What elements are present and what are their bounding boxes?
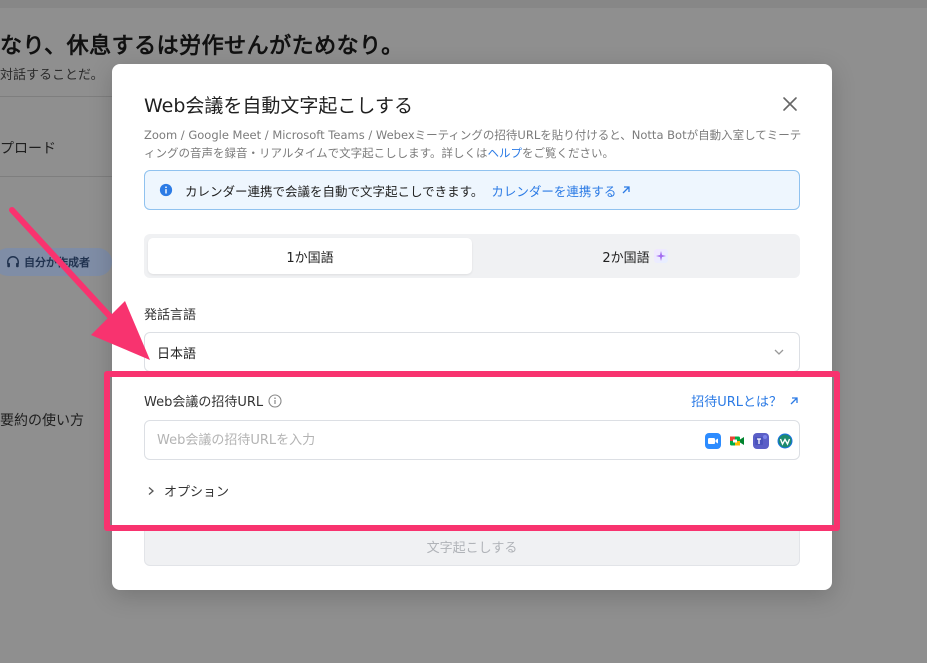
background-subtext: 対話することだ。 xyxy=(0,68,104,83)
background-summary-item: 要約の使い方 xyxy=(0,413,84,429)
start-transcription-button[interactable]: 文字起こしする xyxy=(144,526,800,566)
background-chip-label: 自分が作成者 xyxy=(24,256,90,269)
spoken-language-value: 日本語 xyxy=(157,346,197,362)
dialog-description: Zoom / Google Meet / Microsoft Teams / W… xyxy=(144,126,802,162)
dialog-title: Web会議を自動文字起こしする xyxy=(144,95,414,117)
background-divider xyxy=(0,96,112,97)
info-icon xyxy=(159,183,173,197)
sparkle-icon xyxy=(653,249,668,263)
spoken-language-select[interactable]: 日本語 xyxy=(144,332,800,372)
calendar-info-banner: カレンダー連携で会議を自動で文字起こしできます。 カレンダーを連携する xyxy=(144,170,800,210)
chevron-down-icon xyxy=(774,349,784,355)
background-top-bar xyxy=(0,0,927,8)
annotation-highlight-box xyxy=(104,371,840,531)
connect-calendar-label: カレンダーを連携する xyxy=(491,183,617,199)
start-transcription-label: 文字起こしする xyxy=(426,540,518,556)
headphones-icon xyxy=(7,256,19,268)
background-upload-item: プロード xyxy=(0,141,56,157)
tab-one-language-label: 1か国語 xyxy=(286,250,334,266)
spoken-language-label: 発話言語 xyxy=(144,308,197,323)
background-heading: なり、休息するは労作せんがためなり。 xyxy=(0,34,404,59)
external-arrow-icon xyxy=(622,186,631,194)
calendar-info-text: カレンダー連携で会議を自動で文字起こしできます。 xyxy=(185,183,484,199)
close-icon xyxy=(783,97,797,111)
tab-two-languages[interactable]: 2か国語 xyxy=(474,238,796,274)
tab-two-languages-label: 2か国語 xyxy=(602,250,650,266)
background-divider xyxy=(0,176,112,177)
connect-calendar-link[interactable]: カレンダーを連携する xyxy=(491,181,632,200)
language-mode-tabs: 1か国語 2か国語 xyxy=(144,234,800,278)
description-suffix: をご覧ください。 xyxy=(522,146,615,160)
tab-one-language[interactable]: 1か国語 xyxy=(148,238,472,274)
help-link[interactable]: ヘルプ xyxy=(488,146,523,160)
background-filter-chip: 自分が作成者 xyxy=(0,248,112,276)
close-button[interactable] xyxy=(778,92,802,116)
description-text: Zoom / Google Meet / Microsoft Teams / W… xyxy=(144,128,802,160)
